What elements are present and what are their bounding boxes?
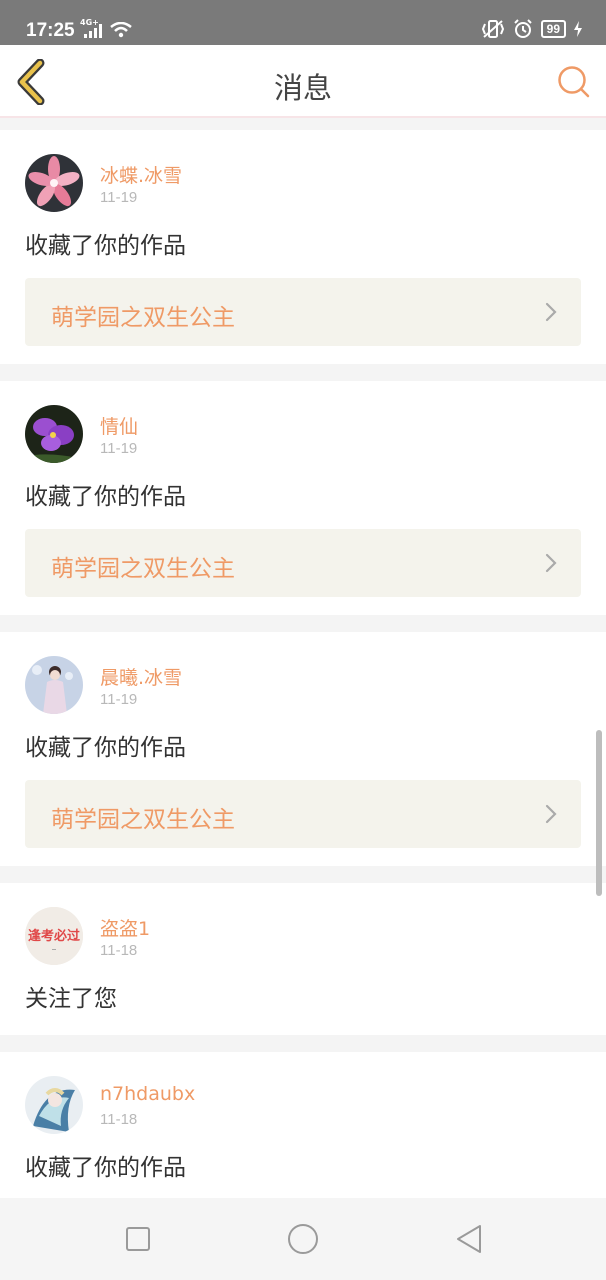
message-date: 11-19 — [100, 440, 138, 457]
message-date: 11-18 — [100, 1111, 138, 1128]
avatar[interactable] — [25, 405, 83, 463]
message-header: 晨曦.冰雪 11-19 — [25, 656, 581, 714]
square-icon[interactable] — [121, 1222, 155, 1256]
message-list: 冰蝶.冰雪 11-19 收藏了你的作品 萌学园之双生公主 情仙 11-19 收藏… — [0, 130, 606, 1280]
avatar[interactable] — [25, 1076, 83, 1134]
charging-icon — [574, 21, 582, 37]
message-card: 情仙 11-19 收藏了你的作品 萌学园之双生公主 — [0, 381, 606, 615]
message-card: 冰蝶.冰雪 11-19 收藏了你的作品 萌学园之双生公主 — [0, 130, 606, 364]
work-title: 萌学园之双生公主 — [51, 807, 235, 833]
avatar-text: 逢考必过 — [28, 928, 80, 944]
action-text: 收藏了你的作品 — [25, 484, 186, 510]
status-time: 17:25 — [26, 20, 75, 41]
username[interactable]: 情仙 — [100, 412, 138, 439]
message-card: 逢考必过 盗盗1 11-18 关注了您 — [0, 883, 606, 1035]
avatar[interactable] — [25, 154, 83, 212]
action-text: 收藏了你的作品 — [25, 1155, 186, 1181]
page-title: 消息 — [273, 71, 332, 105]
status-right: 99 — [481, 19, 582, 39]
message-header: n7hdaubx 11-18 — [25, 1076, 581, 1134]
work-link[interactable]: 萌学园之双生公主 — [25, 780, 581, 848]
username[interactable]: n7hdaubx — [100, 1083, 195, 1105]
scrollbar[interactable] — [596, 730, 602, 896]
message-card: 晨曦.冰雪 11-19 收藏了你的作品 萌学园之双生公主 — [0, 632, 606, 866]
message-date: 11-18 — [100, 942, 138, 959]
username[interactable]: 盗盗1 — [100, 914, 150, 941]
chevron-right-icon — [545, 553, 557, 573]
action-text: 收藏了你的作品 — [25, 233, 186, 259]
action-text: 关注了您 — [25, 986, 117, 1012]
message-header: 情仙 11-19 — [25, 405, 581, 463]
battery-level: 99 — [540, 20, 566, 38]
header: 消息 — [0, 45, 606, 118]
work-link[interactable]: 萌学园之双生公主 — [25, 529, 581, 597]
alarm-icon — [513, 19, 532, 38]
system-nav-bar — [0, 1198, 606, 1280]
username[interactable]: 晨曦.冰雪 — [100, 663, 182, 690]
work-link[interactable]: 萌学园之双生公主 — [25, 278, 581, 346]
action-text: 收藏了你的作品 — [25, 735, 186, 761]
message-header: 冰蝶.冰雪 11-19 — [25, 154, 581, 212]
username[interactable]: 冰蝶.冰雪 — [100, 161, 182, 188]
status-bar: 17:25 4G+ 99 — [0, 0, 606, 45]
search-button[interactable] — [556, 64, 592, 100]
work-title: 萌学园之双生公主 — [51, 305, 235, 331]
avatar[interactable] — [25, 656, 83, 714]
message-date: 11-19 — [100, 189, 138, 206]
chevron-right-icon — [545, 302, 557, 322]
avatar[interactable]: 逢考必过 — [25, 907, 83, 965]
work-title: 萌学园之双生公主 — [51, 556, 235, 582]
wifi-icon — [110, 22, 132, 38]
vibrate-icon — [481, 20, 504, 38]
triangle-left-icon[interactable] — [452, 1222, 486, 1256]
circle-icon[interactable] — [286, 1222, 320, 1256]
message-header: 逢考必过 盗盗1 11-18 — [25, 907, 581, 965]
signal-icon — [84, 24, 102, 38]
chevron-right-icon — [545, 804, 557, 824]
message-date: 11-19 — [100, 691, 138, 708]
